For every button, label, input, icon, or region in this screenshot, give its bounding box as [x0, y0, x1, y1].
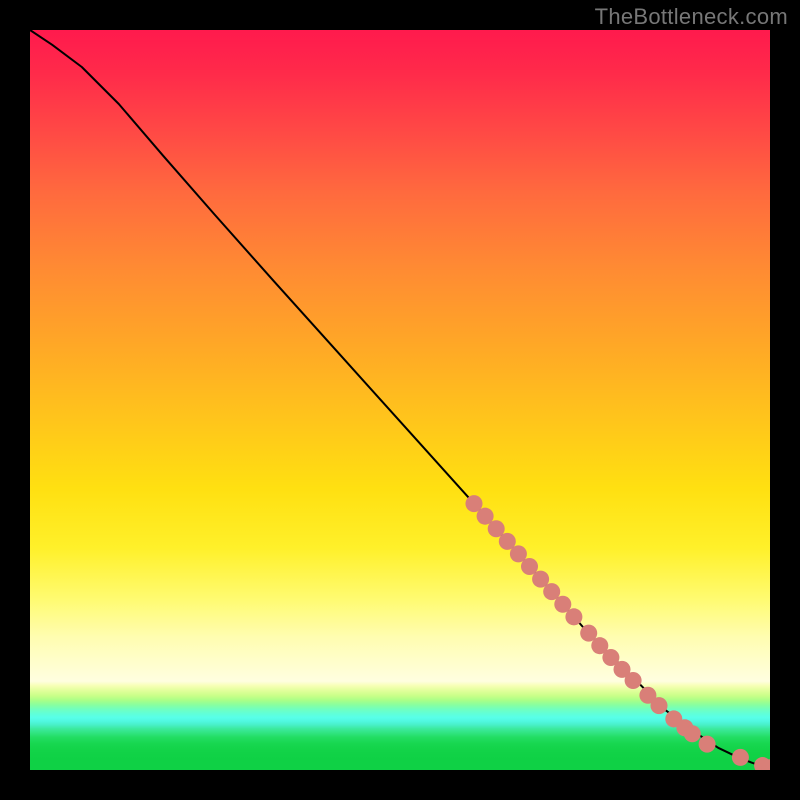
scatter-dot — [732, 749, 749, 766]
scatter-dots — [465, 495, 770, 770]
scatter-dot — [684, 725, 701, 742]
scatter-dot — [625, 672, 642, 689]
plot-area — [30, 30, 770, 770]
chart-svg — [30, 30, 770, 770]
bottleneck-curve — [30, 30, 770, 768]
watermark-text: TheBottleneck.com — [595, 4, 788, 30]
chart-frame: TheBottleneck.com — [0, 0, 800, 800]
scatter-dot — [699, 736, 716, 753]
scatter-dot — [565, 608, 582, 625]
scatter-dot — [650, 697, 667, 714]
